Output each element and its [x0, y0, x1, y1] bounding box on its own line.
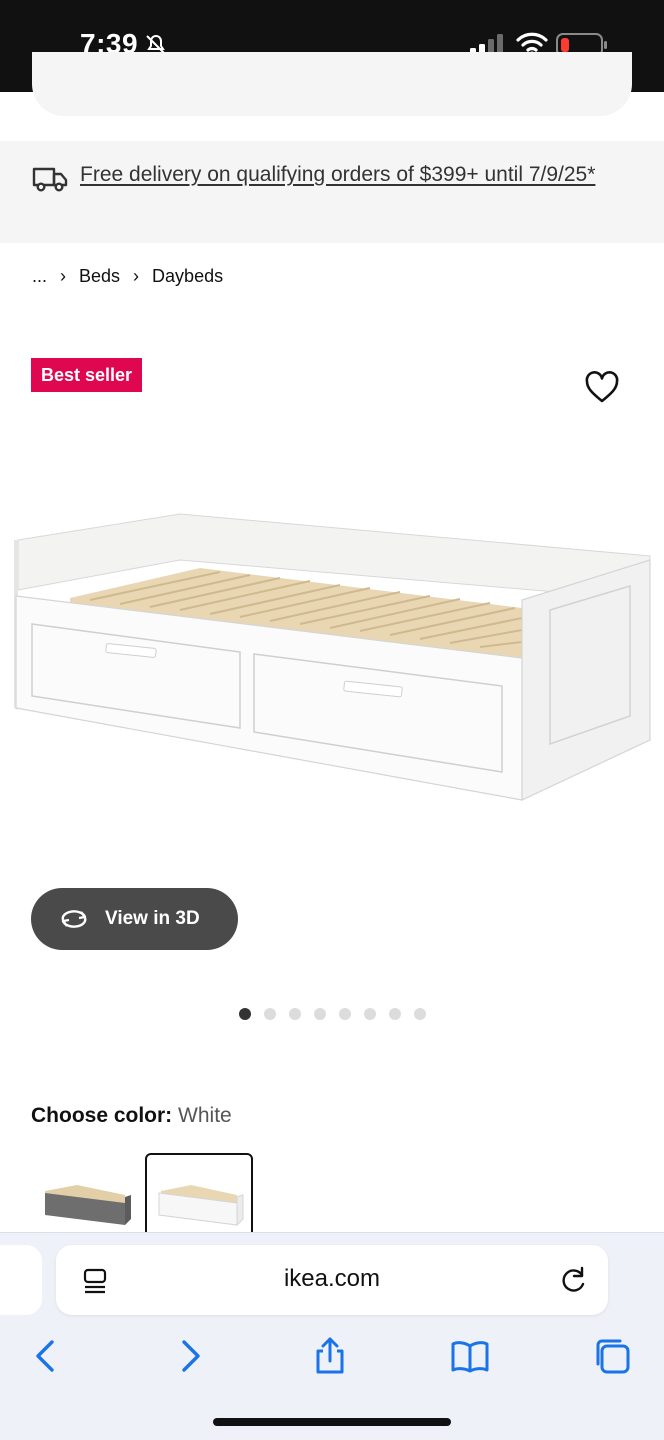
chevron-right-icon: › — [60, 265, 67, 286]
product-image-daybed[interactable] — [10, 500, 654, 820]
breadcrumb: ... › Beds › Daybeds — [32, 262, 223, 290]
reload-icon[interactable] — [560, 1265, 588, 1295]
choose-color-label: Choose color: — [31, 1104, 173, 1127]
top-strip — [0, 52, 664, 140]
view-in-3d-button[interactable]: View in 3D — [31, 888, 238, 950]
best-seller-badge: Best seller — [31, 358, 143, 392]
rotate-3d-icon — [61, 910, 87, 928]
white-daybed-thumbnail — [158, 1185, 244, 1227]
share-icon[interactable] — [310, 1336, 350, 1376]
address-bar[interactable]: ikea.com — [56, 1245, 608, 1315]
carousel-dots — [239, 1008, 426, 1020]
free-delivery-link[interactable]: Free delivery on qualifying orders of $3… — [80, 159, 600, 191]
delivery-truck-icon — [32, 167, 68, 192]
heart-icon[interactable] — [584, 370, 620, 406]
search-field-partial[interactable] — [32, 52, 632, 116]
breadcrumb-item-beds[interactable]: Beds — [79, 266, 120, 287]
previous-tab-pill[interactable] — [0, 1245, 42, 1315]
color-swatch-white[interactable] — [145, 1153, 253, 1243]
choose-color-value: White — [178, 1104, 232, 1127]
url-text[interactable]: ikea.com — [56, 1265, 608, 1293]
breadcrumb-ellipsis[interactable]: ... — [32, 266, 47, 287]
carousel-dot[interactable] — [289, 1008, 301, 1020]
home-indicator — [213, 1418, 451, 1426]
back-icon[interactable] — [26, 1336, 66, 1376]
delivery-banner: Free delivery on qualifying orders of $3… — [0, 141, 664, 243]
carousel-dot[interactable] — [314, 1008, 326, 1020]
carousel-dot[interactable] — [364, 1008, 376, 1020]
tabs-icon[interactable] — [592, 1336, 632, 1376]
carousel-dot[interactable] — [264, 1008, 276, 1020]
forward-icon[interactable] — [170, 1336, 210, 1376]
choose-color-heading: Choose color: White — [31, 1104, 232, 1128]
carousel-dot[interactable] — [239, 1008, 251, 1020]
bookmarks-icon[interactable] — [450, 1336, 490, 1376]
view-in-3d-label: View in 3D — [105, 908, 200, 929]
chevron-right-icon: › — [133, 265, 140, 286]
grey-daybed-thumbnail — [45, 1185, 131, 1225]
carousel-dot[interactable] — [339, 1008, 351, 1020]
color-swatch-grey[interactable] — [37, 1153, 145, 1243]
breadcrumb-item-daybeds[interactable]: Daybeds — [152, 266, 223, 287]
carousel-dot[interactable] — [414, 1008, 426, 1020]
carousel-dot[interactable] — [389, 1008, 401, 1020]
